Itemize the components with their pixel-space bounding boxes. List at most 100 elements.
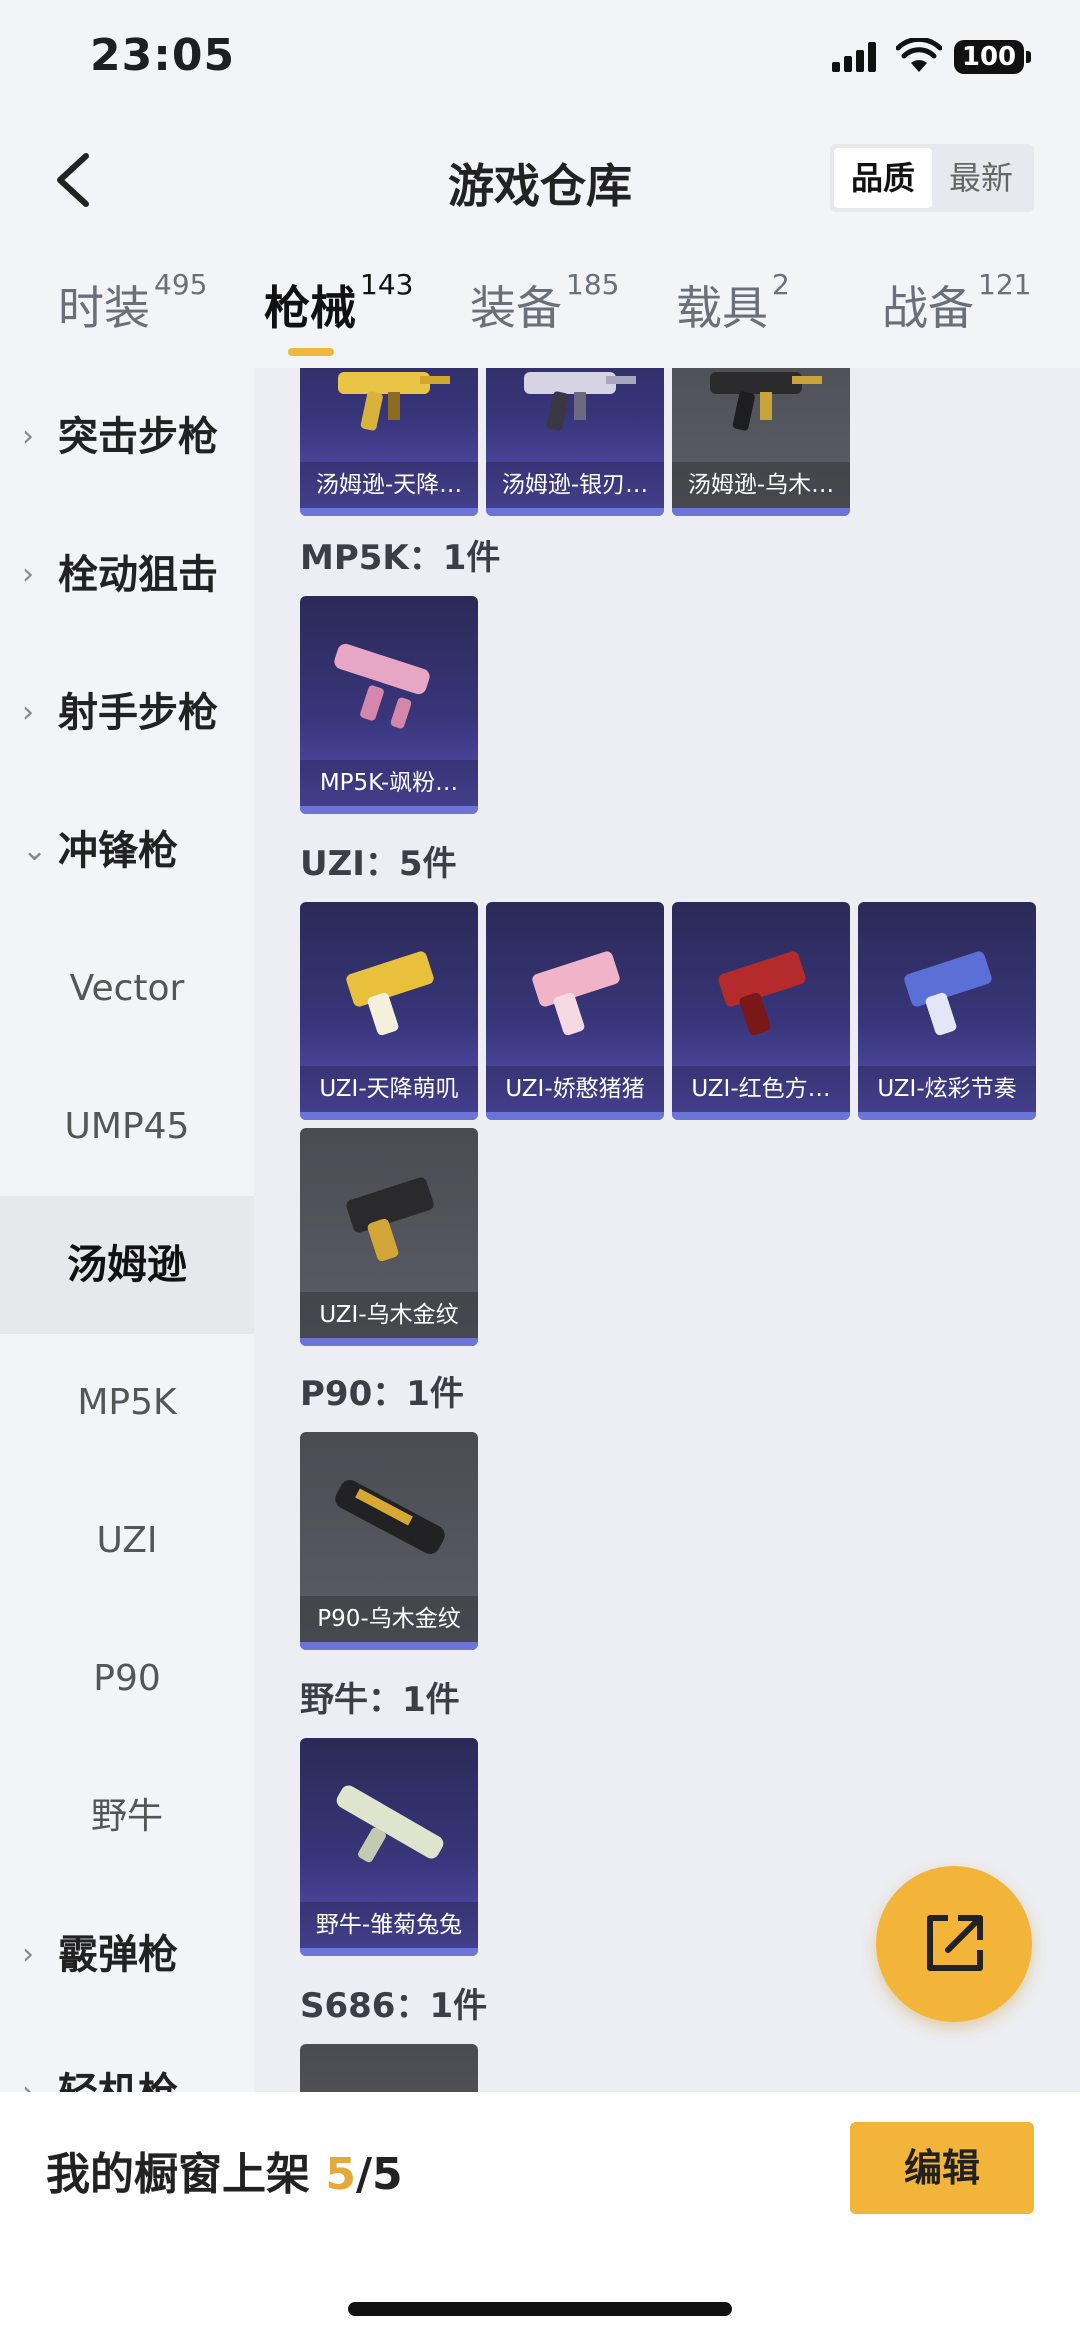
chevron-down-icon: ⌄ bbox=[22, 833, 48, 868]
group-heading-bison: 野牛：1件 bbox=[300, 1680, 460, 1720]
weapon-card-name: MP5K-飒粉… bbox=[300, 760, 478, 806]
sidebar-item-thompson[interactable]: 汤姆逊 bbox=[0, 1196, 254, 1334]
status-bar: 23:05 100 bbox=[0, 0, 1080, 120]
sidebar-item-shotguns[interactable]: › 霰弹枪 bbox=[0, 1886, 254, 2024]
sidebar-item-ump45[interactable]: UMP45 bbox=[0, 1058, 254, 1196]
tab-label: 载具 bbox=[676, 281, 768, 335]
sort-newest-button[interactable]: 最新 bbox=[932, 148, 1030, 208]
group-heading-uzi: UZI：5件 bbox=[300, 844, 457, 884]
weapon-card-name: P90-乌木金纹 bbox=[300, 1596, 478, 1642]
gun-skin-icon bbox=[346, 951, 434, 1036]
rarity-bar bbox=[672, 1112, 850, 1120]
sidebar-item-label: 野牛 bbox=[90, 1796, 163, 1837]
weapon-card[interactable]: UZI-天降萌叽 bbox=[300, 902, 478, 1120]
chevron-right-icon: › bbox=[22, 1937, 34, 1972]
weapon-card[interactable] bbox=[300, 2044, 478, 2092]
tab-label: 装备 bbox=[470, 281, 562, 335]
gun-skin-icon bbox=[346, 1177, 434, 1262]
sidebar-item-mp5k[interactable]: MP5K bbox=[0, 1334, 254, 1472]
sidebar-item-label: P90 bbox=[93, 1658, 161, 1699]
sidebar-item-bolt-snipers[interactable]: › 栓动狙击 bbox=[0, 506, 254, 644]
sidebar-item-vector[interactable]: Vector bbox=[0, 920, 254, 1058]
weapon-card-name: UZI-天降萌叽 bbox=[300, 1066, 478, 1112]
sort-toggle: 品质 最新 bbox=[830, 144, 1034, 212]
rarity-bar bbox=[300, 1112, 478, 1120]
sidebar-item-label: Vector bbox=[69, 968, 185, 1009]
edit-button[interactable]: 编辑 bbox=[850, 2122, 1034, 2214]
tab-label: 时装 bbox=[58, 281, 150, 335]
rarity-bar bbox=[672, 508, 850, 516]
tab-guns[interactable]: 枪械 143 bbox=[264, 268, 413, 338]
weapon-card-name: 野牛-雏菊兔兔 bbox=[300, 1902, 478, 1948]
weapon-card-name: UZI-炫彩节奏 bbox=[858, 1066, 1036, 1112]
gun-skin-icon bbox=[718, 951, 806, 1036]
showcase-count: 5 bbox=[325, 2149, 356, 2200]
sidebar-item-marksman-rifles[interactable]: › 射手步枪 bbox=[0, 644, 254, 782]
showcase-total: /5 bbox=[355, 2149, 403, 2200]
weapon-card[interactable]: MP5K-飒粉… bbox=[300, 596, 478, 814]
rarity-bar bbox=[300, 806, 478, 814]
tab-vehicles[interactable]: 载具 2 bbox=[676, 268, 790, 338]
sidebar-item-label: 霰弹枪 bbox=[58, 1932, 178, 1978]
sidebar-item-label: 射手步枪 bbox=[58, 690, 218, 736]
weapon-card[interactable]: UZI-炫彩节奏 bbox=[858, 902, 1036, 1120]
tab-count: 121 bbox=[978, 268, 1032, 301]
sidebar-item-uzi[interactable]: UZI bbox=[0, 1472, 254, 1610]
tab-label: 战备 bbox=[882, 281, 974, 335]
rarity-bar bbox=[486, 508, 664, 516]
battery-icon: 100 bbox=[954, 40, 1031, 74]
rarity-bar bbox=[858, 1112, 1036, 1120]
weapon-card-name: 汤姆逊-乌木… bbox=[672, 462, 850, 508]
sidebar-item-label: UZI bbox=[96, 1520, 158, 1561]
sidebar-item-label: MP5K bbox=[77, 1382, 177, 1423]
weapon-card[interactable]: P90-乌木金纹 bbox=[300, 1432, 478, 1650]
tab-count: 495 bbox=[154, 268, 208, 301]
gun-skin-icon bbox=[532, 951, 620, 1036]
sidebar-item-assault-rifles[interactable]: › 突击步枪 bbox=[0, 368, 254, 506]
weapon-card[interactable]: UZI-红色方… bbox=[672, 902, 850, 1120]
gun-skin-icon bbox=[710, 372, 822, 431]
tab-fashion[interactable]: 时装 495 bbox=[58, 268, 207, 338]
tab-supplies[interactable]: 战备 121 bbox=[882, 268, 1031, 338]
tab-label: 枪械 bbox=[264, 281, 356, 335]
gun-skin-icon bbox=[335, 1480, 445, 1554]
rarity-bar bbox=[486, 1112, 664, 1120]
tab-count: 2 bbox=[772, 268, 790, 301]
tab-count: 185 bbox=[566, 268, 620, 301]
cellular-signal-icon bbox=[832, 42, 878, 72]
weapon-card[interactable]: UZI-乌木金纹 bbox=[300, 1128, 478, 1346]
sidebar-item-lmgs[interactable]: › 轻机枪 bbox=[0, 2024, 254, 2092]
weapon-card[interactable]: UZI-娇憨猪猪 bbox=[486, 902, 664, 1120]
weapon-card[interactable]: 汤姆逊-银刃… bbox=[486, 368, 664, 516]
group-heading-mp5k: MP5K：1件 bbox=[300, 538, 501, 578]
group-heading-s686: S686：1件 bbox=[300, 1986, 488, 2026]
sort-quality-button[interactable]: 品质 bbox=[834, 148, 932, 208]
rarity-bar bbox=[300, 1948, 478, 1956]
weapon-card[interactable]: 野牛-雏菊兔兔 bbox=[300, 1738, 478, 1956]
tab-equipment[interactable]: 装备 185 bbox=[470, 268, 619, 338]
active-tab-indicator bbox=[288, 348, 334, 356]
weapon-card[interactable]: 汤姆逊-天降… bbox=[300, 368, 478, 516]
gun-skin-icon bbox=[336, 1785, 444, 1863]
tab-count: 143 bbox=[360, 268, 414, 301]
chevron-right-icon: › bbox=[22, 557, 34, 592]
sidebar-item-label: 突击步枪 bbox=[58, 414, 218, 460]
share-button[interactable] bbox=[876, 1866, 1032, 2022]
weapon-card-name: UZI-红色方… bbox=[672, 1066, 850, 1112]
sidebar-item-label: 汤姆逊 bbox=[67, 1242, 187, 1288]
weapon-card[interactable]: 汤姆逊-乌木… bbox=[672, 368, 850, 516]
sidebar-item-p90[interactable]: P90 bbox=[0, 1610, 254, 1748]
rarity-bar bbox=[300, 1642, 478, 1650]
sidebar-item-bison[interactable]: 野牛 bbox=[0, 1748, 254, 1886]
wifi-icon bbox=[895, 36, 943, 74]
sidebar-item-label: 栓动狙击 bbox=[58, 552, 218, 598]
chevron-right-icon: › bbox=[22, 695, 34, 730]
weapon-card-name: UZI-娇憨猪猪 bbox=[486, 1066, 664, 1112]
rarity-bar bbox=[300, 508, 478, 516]
sidebar-item-smgs[interactable]: ⌄ 冲锋枪 bbox=[0, 782, 254, 920]
sidebar-item-label: UMP45 bbox=[64, 1106, 190, 1147]
home-indicator[interactable] bbox=[348, 2302, 732, 2316]
weapon-grid: 汤姆逊-天降… 汤姆逊-银刃… 汤姆逊-乌木… MP5K：1件 MP5K-飒粉…… bbox=[254, 368, 1080, 2092]
nav-bar: 游戏仓库 品质 最新 bbox=[0, 130, 1080, 230]
weapon-category-sidebar: › 突击步枪 › 栓动狙击 › 射手步枪 ⌄ 冲锋枪 Vector UMP45 汤姆逊 … bbox=[0, 368, 254, 2092]
